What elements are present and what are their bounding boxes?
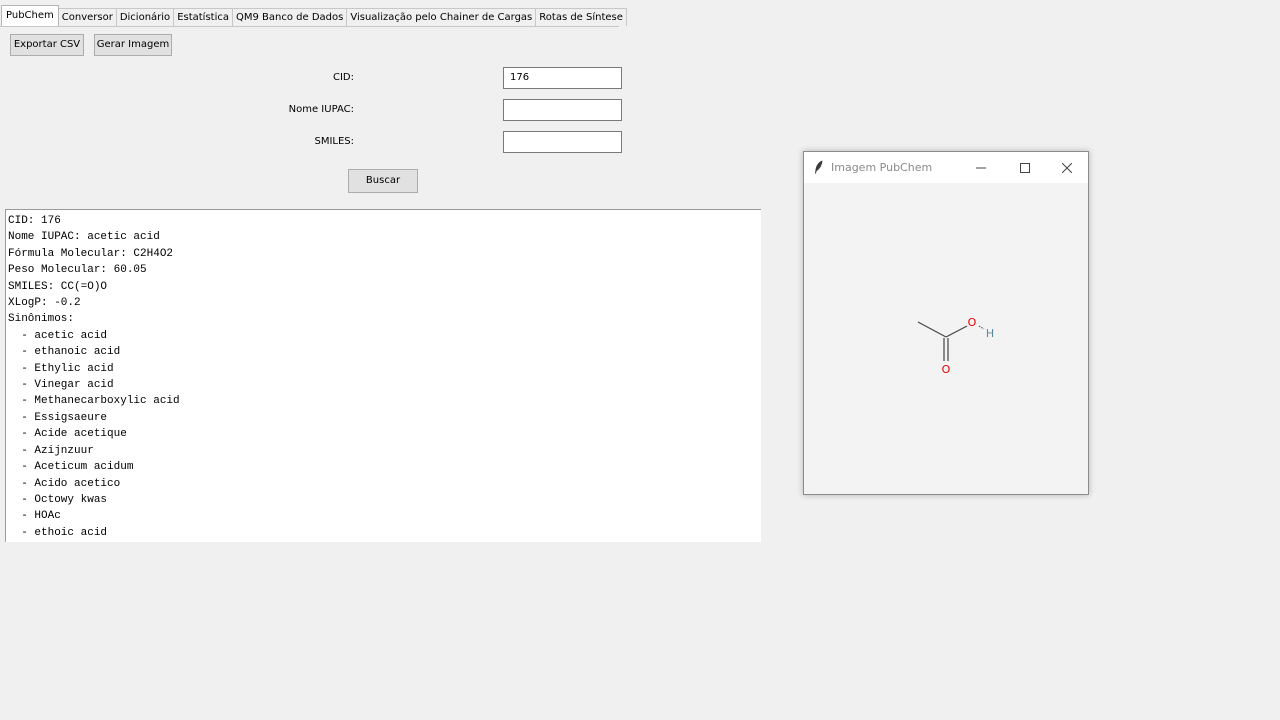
atom-oxygen-single: O xyxy=(968,316,977,329)
iupac-name-field[interactable] xyxy=(503,99,622,121)
cid-field[interactable]: 176 xyxy=(503,67,622,89)
result-line: - acetic acid xyxy=(8,329,108,342)
bond-oxygen-hydrogen xyxy=(978,325,985,330)
atom-oxygen-double: O xyxy=(942,363,951,376)
smiles-label: SMILES: xyxy=(314,136,354,147)
close-icon xyxy=(1062,162,1072,173)
result-line: Fórmula Molecular: C2H4O2 xyxy=(8,247,174,260)
molecule-structure-image: O H O xyxy=(917,316,994,376)
result-line: - ethanoic acid xyxy=(8,346,121,359)
tab-visualizacao-chainer[interactable]: Visualização pelo Chainer de Cargas xyxy=(346,8,537,26)
maximize-button[interactable] xyxy=(1003,152,1047,183)
bond-carbon-oxygen-single xyxy=(945,325,968,338)
result-line: - Vinegar acid xyxy=(8,379,114,392)
result-line: - Methanecarboxylic acid xyxy=(8,395,180,408)
result-line: - Aceticum acidum xyxy=(8,461,134,474)
popup-titlebar[interactable]: Imagem PubChem xyxy=(804,152,1088,183)
popup-title: Imagem PubChem xyxy=(831,161,933,174)
app-window: PubChem Conversor Dicionário Estatística… xyxy=(0,0,1280,720)
tab-divider xyxy=(0,26,619,27)
tab-qm9-banco-de-dados[interactable]: QM9 Banco de Dados xyxy=(232,8,348,26)
tab-bar: PubChem Conversor Dicionário Estatística… xyxy=(1,5,627,26)
result-line: - Essigsaeure xyxy=(8,411,108,424)
result-line: - Azijnzuur xyxy=(8,444,94,457)
minimize-icon xyxy=(976,167,986,168)
minimize-button[interactable] xyxy=(959,152,1003,183)
search-button[interactable]: Buscar xyxy=(348,169,418,193)
tab-pubchem[interactable]: PubChem xyxy=(1,5,59,26)
result-line: - ethoic acid xyxy=(8,526,108,539)
tab-conversor[interactable]: Conversor xyxy=(57,8,117,26)
feather-icon xyxy=(815,160,823,174)
result-line: Sinônimos: xyxy=(8,313,75,326)
result-line: Peso Molecular: 60.05 xyxy=(8,264,147,277)
bond-methyl-carbon xyxy=(917,321,947,338)
result-line: - Octowy kwas xyxy=(8,493,108,506)
pubchem-image-window: Imagem PubChem O H O xyxy=(803,151,1089,495)
tab-dicionario[interactable]: Dicionário xyxy=(115,8,175,26)
tab-rotas-de-sintese[interactable]: Rotas de Síntese xyxy=(535,8,627,26)
generate-image-button[interactable]: Gerar Imagem xyxy=(94,34,172,56)
result-text-area[interactable]: CID: 176 Nome IUPAC: acetic acid Fórmula M… xyxy=(5,209,761,542)
cid-label: CID: xyxy=(332,72,354,83)
result-line: - Acido acetico xyxy=(8,477,121,490)
export-csv-button[interactable]: Exportar CSV xyxy=(10,34,84,56)
atom-hydrogen: H xyxy=(986,327,994,340)
smiles-field[interactable] xyxy=(503,131,622,153)
result-line: - HOAc xyxy=(8,510,61,523)
result-line: CID: 176 xyxy=(8,215,61,227)
close-button[interactable] xyxy=(1045,152,1089,183)
iupac-name-label: Nome IUPAC: xyxy=(288,104,354,115)
result-line: XLogP: -0.2 xyxy=(8,297,81,310)
result-line: Nome IUPAC: acetic acid xyxy=(8,231,160,244)
maximize-icon xyxy=(1020,162,1030,173)
result-line: SMILES: CC(=O)O xyxy=(8,280,108,293)
tab-estatistica[interactable]: Estatística xyxy=(173,8,233,26)
result-line: - Ethylic acid xyxy=(8,362,114,375)
result-line: - Acide acetique xyxy=(8,428,127,441)
